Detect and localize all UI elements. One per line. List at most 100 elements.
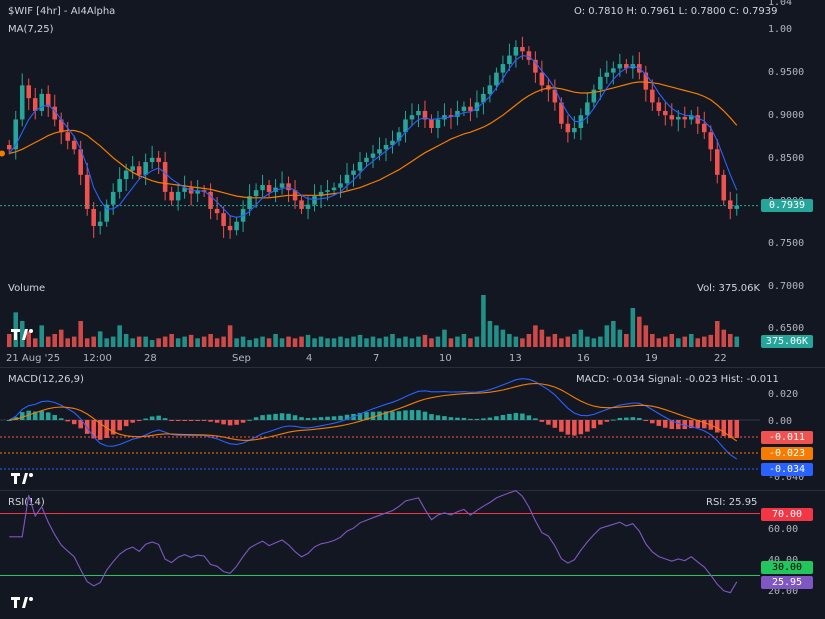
macd-hist-bar	[52, 415, 57, 420]
macd-hist-bar	[136, 420, 142, 422]
volume-bar	[273, 334, 278, 347]
macd-hist-bar	[123, 420, 129, 427]
candle	[331, 187, 337, 191]
macd-hist-bar	[273, 413, 278, 420]
volume-bar	[474, 336, 480, 347]
macd-hist-bar	[656, 420, 662, 426]
volume-bar	[656, 338, 662, 347]
rsi-upper-tag: 70.00	[761, 508, 813, 521]
volume-bar	[312, 338, 317, 347]
macd-hist-bar	[422, 411, 428, 420]
candle	[500, 64, 506, 73]
macd-hist-bar	[84, 420, 90, 434]
macd-hist-bar	[637, 418, 642, 420]
tradingview-logo-icon	[10, 326, 36, 342]
volume-bar	[390, 334, 395, 347]
macd-hist-bar	[286, 413, 291, 420]
volume-bar	[669, 334, 675, 347]
volume-bar	[39, 325, 44, 347]
volume-bar	[221, 336, 226, 347]
volume-bar	[344, 338, 350, 347]
macd-hist-bar	[227, 420, 233, 426]
candle	[435, 119, 441, 128]
candle	[91, 208, 96, 226]
volume-bar	[305, 334, 311, 347]
price-chart[interactable]	[0, 0, 760, 619]
volume-bar	[494, 325, 499, 347]
candle	[19, 85, 25, 120]
volume-bar	[97, 331, 103, 347]
candle	[149, 157, 155, 163]
volume-bar	[487, 321, 493, 347]
macd-hist-bar	[714, 420, 720, 433]
macd-hist-bar	[234, 420, 239, 425]
candle	[130, 166, 135, 171]
macd-hist-bar	[429, 414, 434, 420]
macd-hist-bar	[435, 415, 441, 420]
macd-hist-bar	[734, 420, 740, 438]
macd-hist-bar	[539, 420, 545, 422]
volume-bar	[201, 336, 207, 347]
candle	[156, 157, 161, 163]
ma7-line	[8, 55, 738, 218]
candle	[32, 98, 38, 111]
candle	[110, 191, 116, 205]
macd-hist-bar	[572, 420, 577, 436]
volume-bar	[110, 336, 116, 347]
candle	[71, 140, 77, 150]
volume-bar	[507, 334, 512, 347]
macd-tick: 0.020	[768, 389, 799, 400]
macd-hist-bar	[481, 418, 486, 420]
volume-bar	[578, 329, 584, 347]
volume-bar	[598, 336, 603, 347]
macd-hist-bar	[390, 411, 395, 420]
macd-hist-bar	[416, 410, 421, 420]
candle	[136, 166, 142, 175]
candle	[266, 185, 272, 192]
volume-bar	[331, 338, 337, 347]
candle	[299, 200, 304, 209]
macd-hist-bar	[468, 418, 473, 420]
volume-bar	[253, 338, 259, 347]
volume-bar	[448, 338, 454, 347]
volume-bar	[104, 338, 109, 347]
macd-hist-bar	[201, 420, 207, 421]
candle	[539, 72, 545, 86]
candle	[513, 47, 519, 56]
macd-hist-bar	[182, 420, 187, 421]
macd-hist-bar	[195, 420, 200, 421]
volume-bar	[572, 334, 577, 347]
macd-hist-bar	[331, 416, 337, 420]
volume-bar	[585, 336, 590, 347]
candle	[461, 106, 467, 111]
volume-bar	[266, 338, 272, 347]
volume-bar	[552, 334, 558, 347]
macd-hist-bar	[676, 420, 681, 430]
macd-hist-bar	[175, 420, 181, 422]
price-tick: 0.9000	[768, 110, 805, 121]
candle	[234, 221, 239, 231]
volume-bar	[455, 336, 460, 347]
candle	[84, 174, 90, 209]
volume-bar	[468, 338, 473, 347]
candle	[162, 162, 168, 192]
macd-hist-bar	[292, 415, 298, 420]
volume-bar	[279, 338, 285, 347]
volume-bar	[702, 336, 707, 347]
volume-bar	[663, 336, 668, 347]
volume-bar	[78, 321, 83, 347]
candle	[604, 72, 610, 77]
tradingview-logo-icon	[10, 594, 36, 610]
macd-hist-bar	[149, 416, 155, 420]
volume-bar	[604, 325, 610, 347]
macd-hist-bar	[58, 418, 64, 420]
candle	[377, 149, 382, 154]
volume-bar	[611, 321, 616, 347]
volume-bar	[539, 329, 545, 347]
volume-bar	[422, 334, 428, 347]
candle	[585, 102, 590, 116]
candle	[97, 221, 103, 226]
volume-bar	[117, 325, 122, 347]
macd-hist-bar	[643, 420, 649, 421]
macd-hist-bar	[403, 410, 408, 420]
